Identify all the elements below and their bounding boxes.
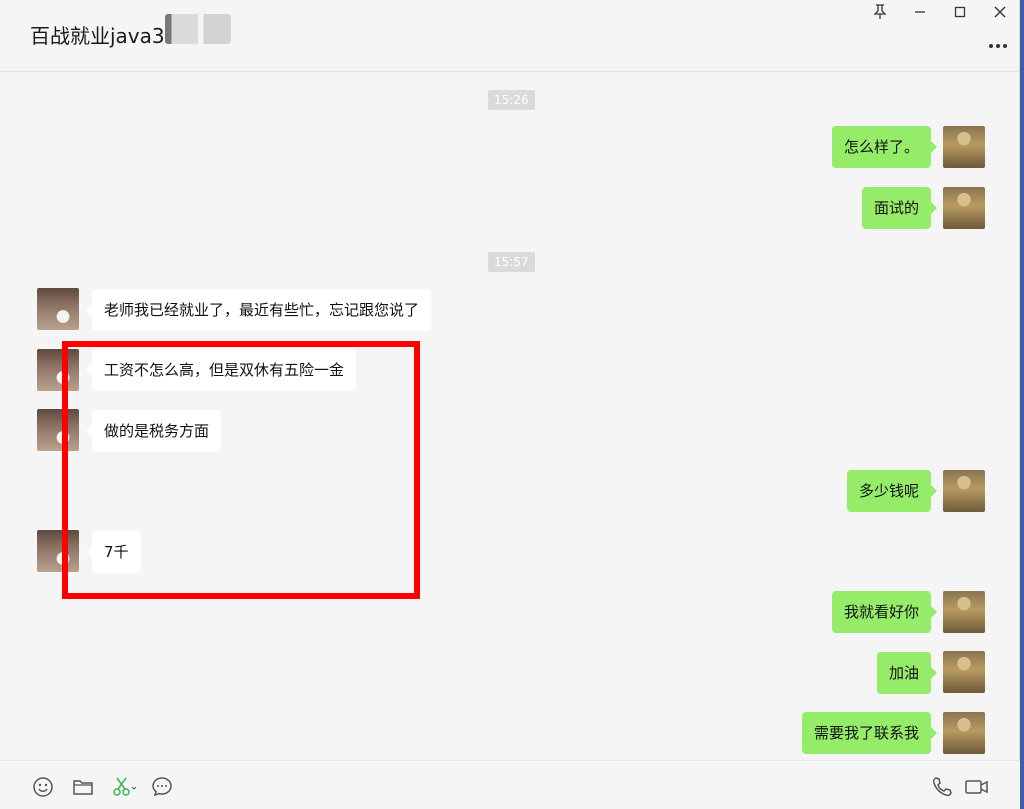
my-message[interactable]: 多少钱呢 bbox=[846, 470, 938, 512]
contact-avatar[interactable] bbox=[37, 288, 79, 330]
my-message[interactable]: 需要我了联系我 bbox=[801, 712, 938, 754]
emoji-icon[interactable] bbox=[31, 775, 55, 799]
maximize-icon[interactable] bbox=[950, 4, 970, 22]
window-edge bbox=[1020, 0, 1024, 809]
phone-icon[interactable] bbox=[930, 775, 954, 799]
red-highlight-box bbox=[62, 341, 420, 599]
my-message[interactable]: 面试的 bbox=[861, 187, 938, 229]
chat-window: 百战就业java3 15:26 怎么样了。 面试的 15:57 老师我已经就业了… bbox=[0, 0, 1020, 809]
video-icon[interactable] bbox=[963, 775, 991, 799]
my-avatar[interactable] bbox=[943, 712, 985, 754]
chat-bubble-icon[interactable] bbox=[150, 775, 174, 799]
minimize-icon[interactable] bbox=[910, 4, 930, 22]
my-avatar[interactable] bbox=[943, 591, 985, 633]
my-message[interactable]: 怎么样了。 bbox=[831, 126, 938, 168]
close-icon[interactable] bbox=[990, 4, 1010, 22]
chat-header: 百战就业java3 bbox=[0, 0, 1020, 72]
my-avatar[interactable] bbox=[943, 651, 985, 693]
contact-message[interactable]: 老师我已经就业了，最近有些忙，忘记跟您说了 bbox=[85, 289, 432, 331]
chat-title: 百战就业java3 bbox=[30, 24, 165, 48]
title-redaction bbox=[165, 14, 231, 44]
input-toolbar bbox=[0, 760, 1020, 809]
my-avatar[interactable] bbox=[943, 470, 985, 512]
folder-icon[interactable] bbox=[71, 775, 95, 799]
more-icon[interactable] bbox=[988, 34, 1008, 53]
message-list[interactable]: 15:26 怎么样了。 面试的 15:57 老师我已经就业了，最近有些忙，忘记跟… bbox=[0, 73, 1020, 759]
scissors-icon[interactable] bbox=[110, 775, 137, 799]
timestamp: 15:26 bbox=[488, 90, 535, 110]
my-avatar[interactable] bbox=[943, 187, 985, 229]
my-message[interactable]: 我就看好你 bbox=[831, 591, 938, 633]
my-message[interactable]: 加油 bbox=[876, 652, 938, 694]
pin-icon[interactable] bbox=[870, 4, 890, 22]
my-avatar[interactable] bbox=[943, 126, 985, 168]
timestamp: 15:57 bbox=[488, 252, 535, 272]
